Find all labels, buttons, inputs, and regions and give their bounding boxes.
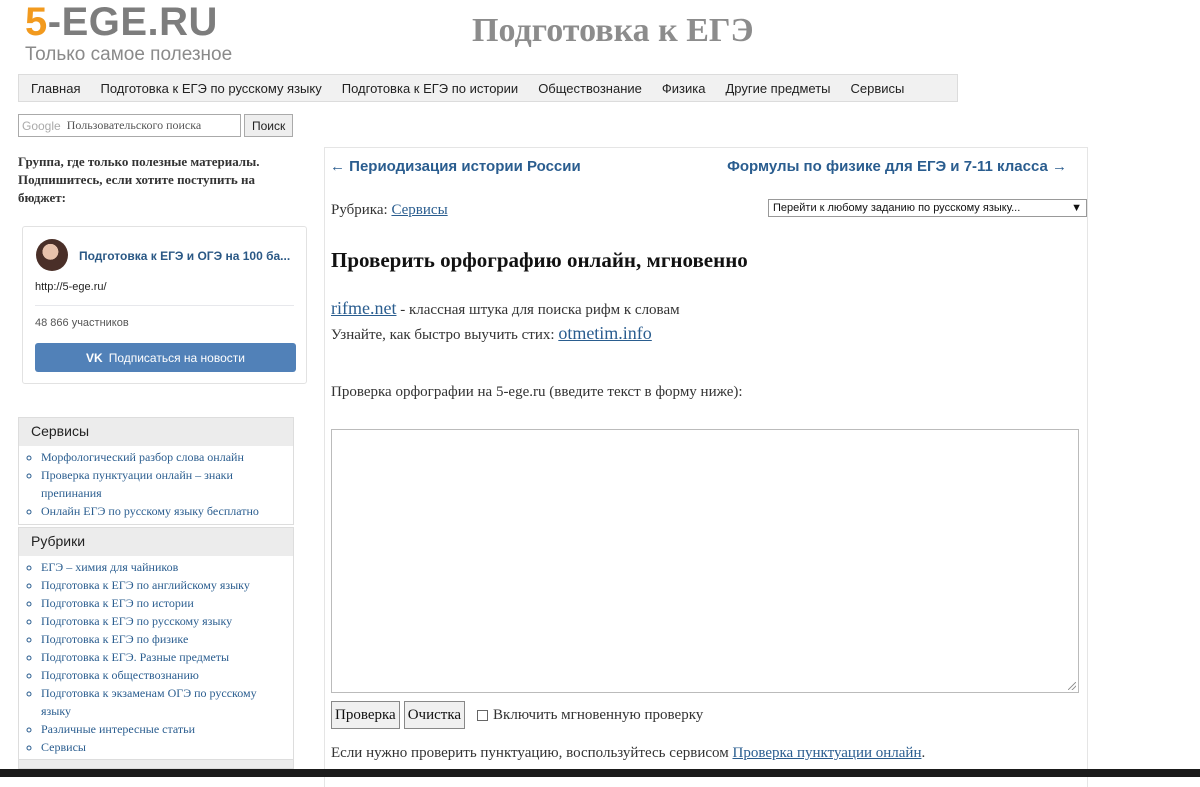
resize-handle[interactable] — [1068, 682, 1076, 690]
page-title: Проверить орфографию онлайн, мгновенно — [331, 248, 748, 272]
spellcheck-intro: Проверка орфографии на 5-ege.ru (введите… — [331, 384, 743, 400]
nav-item-services[interactable]: Сервисы — [841, 81, 915, 96]
poem-line: Узнайте, как быстро выучить стих: otmeti… — [331, 323, 652, 344]
check-button[interactable]: Проверка — [331, 701, 400, 729]
list-item: Подготовка к ЕГЭ по английскому языку — [41, 576, 287, 594]
vk-group-avatar[interactable] — [36, 239, 68, 271]
nav-item-other[interactable]: Другие предметы — [715, 81, 840, 96]
punctuation-link[interactable]: Проверка пунктуации онлайн — [733, 745, 922, 761]
rubrics-widget: Рубрики ЕГЭ – химия для чайников Подгото… — [18, 527, 294, 761]
services-link[interactable]: Онлайн ЕГЭ по русскому языку бесплатно — [41, 504, 259, 518]
rubric-label: Рубрика: — [331, 202, 388, 218]
rubrics-widget-title: Рубрики — [19, 528, 293, 556]
materials-widget-title: Материалы ЕГЭ — [19, 760, 293, 768]
rubric-link[interactable]: Различные интересные статьи — [41, 722, 195, 736]
rifme-link[interactable]: rifme.net — [331, 298, 396, 318]
vk-widget: Подготовка к ЕГЭ и ОГЭ на 100 ба... http… — [22, 226, 307, 384]
screen-bottom-bar — [0, 769, 1200, 777]
rubric-link[interactable]: Подготовка к ЕГЭ по физике — [41, 632, 188, 646]
search-input[interactable]: Google Пользовательского поиска — [18, 114, 241, 137]
logo-wordmark: 5-EGE.RU — [25, 2, 232, 42]
task-select-value: Перейти к любому заданию по русскому язы… — [773, 202, 1021, 214]
instant-check-checkbox[interactable] — [477, 709, 489, 721]
instant-check-label[interactable]: Включить мгновенную проверку — [493, 707, 703, 724]
vk-group-url: http://5-ege.ru/ — [35, 281, 107, 293]
vk-members-count: 48 866 участников — [35, 317, 129, 329]
services-list: Морфологический разбор слова онлайн Пров… — [19, 446, 293, 524]
site-logo[interactable]: 5-EGE.RU Только самое полезное — [25, 2, 232, 66]
punct-end: . — [921, 745, 926, 761]
list-item: Морфологический разбор слова онлайн — [41, 448, 287, 466]
nav-item-russian[interactable]: Подготовка к ЕГЭ по русскому языку — [90, 81, 331, 96]
list-item: Подготовка к ЕГЭ по истории — [41, 594, 287, 612]
rubric-link[interactable]: Подготовка к ЕГЭ по русскому языку — [41, 614, 232, 628]
list-item: Подготовка к ЕГЭ. Разные предметы — [41, 648, 287, 666]
rubric-link[interactable]: ЕГЭ – химия для чайников — [41, 560, 178, 574]
poem-text: Узнайте, как быстро выучить стих: — [331, 327, 559, 343]
vk-subscribe-label: Подписаться на новости — [108, 350, 245, 365]
rubrics-list: ЕГЭ – химия для чайников Подготовка к ЕГ… — [19, 556, 293, 760]
services-link[interactable]: Проверка пунктуации онлайн – знаки препи… — [41, 468, 233, 500]
google-brand: Google — [22, 118, 61, 133]
vk-divider — [35, 305, 294, 306]
list-item: Сервисы — [41, 738, 287, 756]
search-form: Google Пользовательского поиска Поиск — [18, 114, 294, 137]
list-item: Подготовка к экзаменам ОГЭ по русскому я… — [41, 684, 287, 720]
vk-subscribe-button[interactable]: VK Подписаться на новости — [35, 343, 296, 372]
nav-item-home[interactable]: Главная — [21, 81, 90, 96]
rubric-link[interactable]: Подготовка к обществознанию — [41, 668, 199, 682]
logo-five: 5 — [25, 0, 48, 44]
materials-widget: Материалы ЕГЭ — [18, 759, 294, 769]
otmetim-link[interactable]: otmetim.info — [558, 323, 652, 343]
services-widget: Сервисы Морфологический разбор слова онл… — [18, 417, 294, 525]
main-nav: Главная Подготовка к ЕГЭ по русскому язы… — [18, 74, 958, 102]
nav-item-social[interactable]: Обществознание — [528, 81, 652, 96]
punct-text: Если нужно проверить пунктуацию, восполь… — [331, 745, 733, 761]
spellcheck-textarea[interactable] — [331, 429, 1079, 693]
rubric-link[interactable]: Подготовка к ЕГЭ. Разные предметы — [41, 650, 229, 664]
site-title: Подготовка к ЕГЭ — [472, 12, 754, 49]
list-item: Различные интересные статьи — [41, 720, 287, 738]
rubric-link-services[interactable]: Сервисы — [391, 202, 447, 218]
list-item: Проверка пунктуации онлайн – знаки препи… — [41, 466, 287, 502]
search-button[interactable]: Поиск — [244, 114, 294, 137]
main-content: ← Периодизация истории России Формулы по… — [324, 147, 1088, 787]
rubric-link[interactable]: Подготовка к ЕГЭ по английскому языку — [41, 578, 250, 592]
logo-tagline: Только самое полезное — [25, 44, 233, 65]
nav-item-history[interactable]: Подготовка к ЕГЭ по истории — [332, 81, 528, 96]
vk-group-name[interactable]: Подготовка к ЕГЭ и ОГЭ на 100 ба... — [79, 249, 290, 263]
vk-logo-icon: VK — [86, 350, 103, 365]
spellcheck-controls: Проверка Очистка Включить мгновенную про… — [331, 701, 703, 729]
logo-rest: -EGE.RU — [47, 0, 218, 44]
rubric-link[interactable]: Сервисы — [41, 740, 86, 754]
list-item: Онлайн ЕГЭ по русскому языку бесплатно — [41, 502, 287, 520]
post-rubric: Рубрика: Сервисы — [331, 202, 448, 219]
list-item: ЕГЭ – химия для чайников — [41, 558, 287, 576]
list-item: Подготовка к ЕГЭ по физике — [41, 630, 287, 648]
rubric-link[interactable]: Подготовка к ЕГЭ по истории — [41, 596, 194, 610]
services-widget-title: Сервисы — [19, 418, 293, 446]
sidebar-intro: Группа, где только полезные материалы. П… — [18, 154, 260, 205]
rubric-link[interactable]: Подготовка к экзаменам ОГЭ по русскому я… — [41, 686, 257, 718]
rifme-line: rifme.net - классная штука для поиска ри… — [331, 298, 680, 319]
task-select-dropdown[interactable]: Перейти к любому заданию по русскому язы… — [768, 199, 1087, 217]
nav-item-physics[interactable]: Физика — [652, 81, 716, 96]
rifme-text: - классная штука для поиска рифм к слова… — [396, 302, 680, 318]
list-item: Подготовка к обществознанию — [41, 666, 287, 684]
next-post-link[interactable]: Формулы по физике для ЕГЭ и 7-11 класса … — [727, 158, 1067, 175]
punctuation-hint: Если нужно проверить пунктуацию, восполь… — [331, 745, 925, 762]
search-placeholder: Пользовательского поиска — [66, 118, 202, 132]
list-item: Подготовка к ЕГЭ по русскому языку — [41, 612, 287, 630]
prev-post-link[interactable]: ← Периодизация истории России — [330, 158, 581, 175]
services-link[interactable]: Морфологический разбор слова онлайн — [41, 450, 244, 464]
dropdown-arrow-icon: ▼ — [1071, 202, 1082, 214]
clear-button[interactable]: Очистка — [403, 701, 466, 729]
